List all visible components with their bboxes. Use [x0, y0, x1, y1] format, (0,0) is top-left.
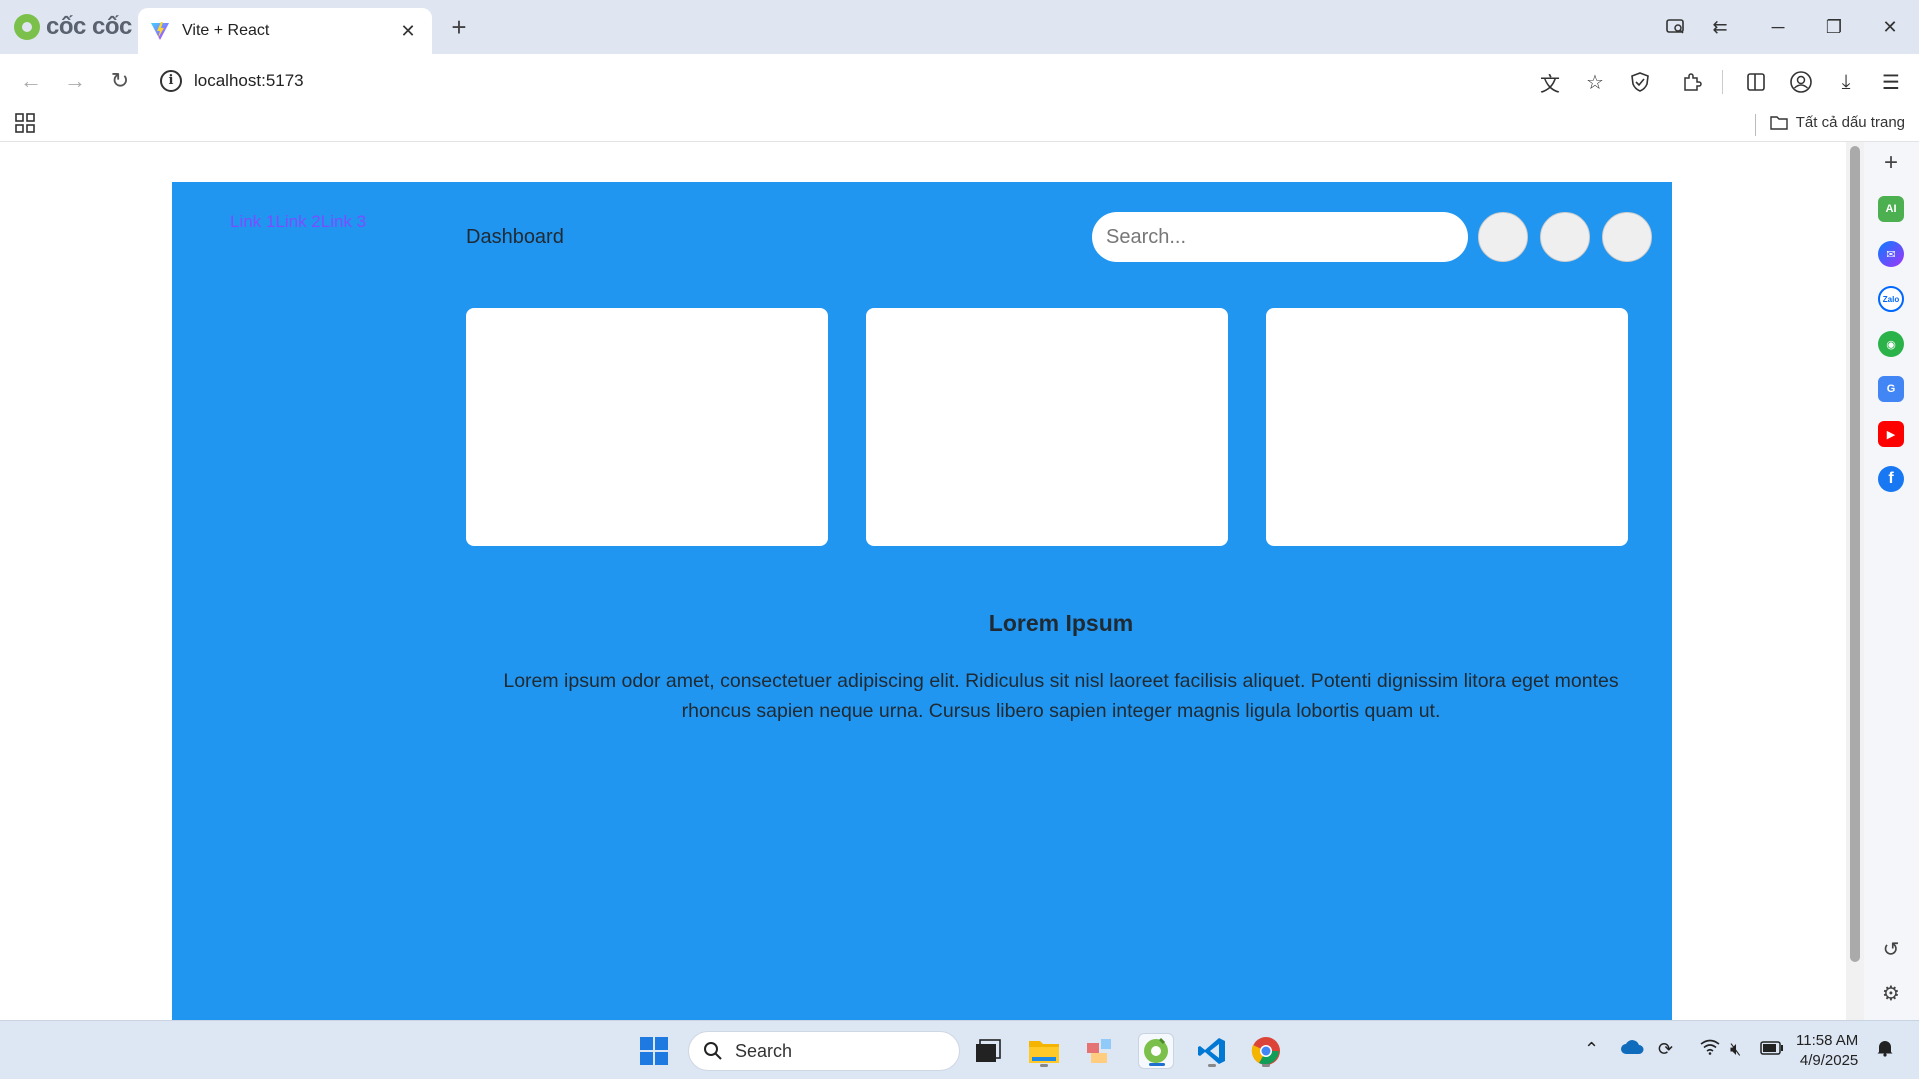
adblock-shield-icon[interactable] [1626, 68, 1654, 96]
card-2 [866, 308, 1228, 546]
browser-brand[interactable]: cốc cốc [14, 13, 132, 41]
back-button[interactable]: ← [16, 66, 46, 96]
running-indicator [1208, 1064, 1216, 1067]
vscode-icon[interactable] [1194, 1033, 1230, 1069]
system-clock[interactable]: 11:58 AM 4/9/2025 [1796, 1031, 1858, 1071]
zalo-icon[interactable]: Zalo [1878, 286, 1904, 312]
nav-link-3[interactable]: Link 3 [321, 212, 366, 231]
add-panel-icon[interactable]: + [1878, 149, 1904, 176]
page-viewport: Link 1Link 2Link 3 Dashboard Lorem Ipsum… [0, 142, 1846, 1020]
card-1 [466, 308, 828, 546]
ai-assistant-icon[interactable]: AI [1878, 196, 1904, 222]
menu-icon[interactable]: ☰ [1877, 68, 1905, 96]
messenger-icon[interactable]: ✉ [1878, 241, 1904, 267]
screen-search-icon[interactable] [1656, 12, 1696, 42]
running-indicator [1262, 1064, 1270, 1067]
restore-button[interactable]: ❐ [1814, 12, 1854, 42]
header-circle-button-1[interactable] [1478, 212, 1528, 262]
header-circle-button-2[interactable] [1540, 212, 1590, 262]
active-indicator [1149, 1063, 1165, 1066]
search-input[interactable] [1092, 212, 1468, 262]
download-icon[interactable]: ⤓ [1832, 68, 1860, 96]
nav-link-1[interactable]: Link 1 [230, 212, 275, 231]
header-circle-button-3[interactable] [1602, 212, 1652, 262]
toolbar-divider [1722, 70, 1723, 94]
windows-taskbar: Search ⌃ ⟳ 🔇︎ 11:58 AM 4/9/2025 [0, 1020, 1919, 1079]
youtube-icon[interactable]: ▶ [1878, 421, 1904, 447]
folder-icon [1770, 116, 1788, 130]
translate-icon[interactable]: 文 [1536, 68, 1564, 96]
all-bookmarks-label: Tất cả dấu trang [1795, 114, 1905, 131]
page-title: Dashboard [466, 226, 564, 248]
windows-start-icon[interactable] [640, 1037, 668, 1065]
history-icon[interactable]: ↺ [1878, 936, 1904, 962]
settings-gear-icon[interactable]: ⚙ [1878, 980, 1904, 1006]
site-info-icon[interactable]: i [160, 70, 182, 92]
app-icon-colorful[interactable] [1082, 1033, 1118, 1069]
page-scrollbar[interactable] [1846, 142, 1864, 1020]
onedrive-cloud-icon[interactable] [1620, 1039, 1644, 1060]
section-paragraph: Lorem ipsum odor amet, consectetuer adip… [503, 670, 1619, 722]
sidebar-nav: Link 1Link 2Link 3 [230, 212, 366, 232]
reload-button[interactable]: ↻ [105, 66, 135, 96]
coccoc-taskbar-icon[interactable] [1138, 1033, 1174, 1069]
section-title: Lorem Ipsum [988, 610, 1134, 636]
address-url[interactable]: localhost:5173 [194, 71, 304, 91]
speaker-muted-icon[interactable]: 🔇︎ [1730, 1039, 1741, 1060]
new-tab-button[interactable]: + [444, 12, 474, 43]
task-view-icon[interactable] [970, 1033, 1006, 1069]
close-window-button[interactable]: ✕ [1870, 12, 1910, 42]
minimize-button[interactable]: ─ [1758, 12, 1798, 42]
chrome-icon[interactable] [1248, 1033, 1284, 1069]
search-icon [704, 1042, 722, 1060]
show-hidden-icons[interactable]: ⌃ [1584, 1039, 1599, 1060]
apps-grid-icon[interactable] [14, 112, 36, 134]
coccoc-logo-icon [14, 14, 40, 40]
browser-toolbar: ← → ↻ i localhost:5173 文 ☆ ⤓ ☰ [0, 54, 1919, 108]
taskbar-search[interactable]: Search [688, 1031, 960, 1071]
forward-button[interactable]: → [60, 66, 90, 96]
bookmarks-bar: Tất cả dấu trang [0, 108, 1919, 142]
scrollbar-thumb[interactable] [1850, 146, 1860, 962]
tab-title: Vite + React [182, 22, 270, 39]
google-translate-icon[interactable]: G [1878, 376, 1904, 402]
vite-favicon-icon [151, 22, 169, 40]
title-bar: cốc cốc Vite + React ✕ + ⇇ ─ ❐ ✕ [0, 0, 1919, 54]
clock-date: 4/9/2025 [1799, 1052, 1859, 1069]
browser-side-panel: + AI ✉ Zalo ◉ G ▶ f ↺ ⚙ [1864, 142, 1919, 1020]
wifi-icon[interactable] [1700, 1039, 1720, 1060]
app-container: Link 1Link 2Link 3 Dashboard Lorem Ipsum… [172, 182, 1672, 1020]
clock-time: 11:58 AM [1796, 1032, 1859, 1049]
battery-icon[interactable] [1760, 1039, 1784, 1060]
sync-icon[interactable]: ⟳ [1658, 1039, 1673, 1060]
bookmark-star-icon[interactable]: ☆ [1581, 68, 1609, 96]
card-3 [1266, 308, 1628, 546]
back-forward-cache-icon[interactable]: ⇇ [1700, 12, 1740, 42]
all-bookmarks-button[interactable]: Tất cả dấu trang [1770, 114, 1905, 131]
bookmarks-divider [1755, 114, 1756, 136]
tab-vite-react[interactable]: Vite + React ✕ [138, 8, 432, 54]
split-view-icon[interactable] [1742, 68, 1770, 96]
nav-link-2[interactable]: Link 2 [275, 212, 320, 231]
notification-bell-icon[interactable] [1876, 1039, 1894, 1062]
taskbar-search-label: Search [735, 1040, 793, 1061]
profile-icon[interactable] [1787, 68, 1815, 96]
running-indicator [1040, 1064, 1048, 1067]
extensions-icon[interactable] [1678, 68, 1706, 96]
close-tab-icon[interactable]: ✕ [396, 21, 420, 42]
file-explorer-icon[interactable] [1026, 1033, 1062, 1069]
browser-brand-name: cốc cốc [46, 13, 132, 40]
address-bar[interactable]: i localhost:5173 [150, 62, 1660, 100]
facebook-icon[interactable]: f [1878, 466, 1904, 492]
game-controller-icon[interactable]: ◉ [1878, 331, 1904, 357]
